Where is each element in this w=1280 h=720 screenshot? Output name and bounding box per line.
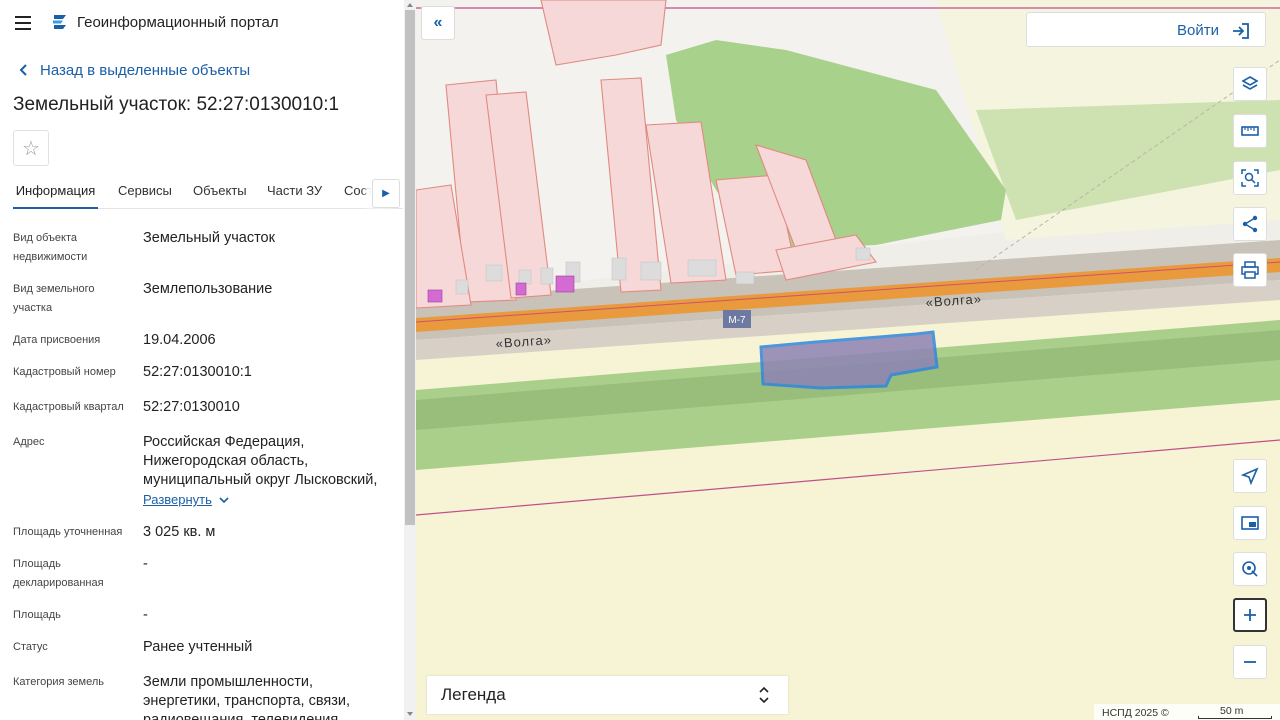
property-label: Кадастровый номер	[13, 366, 116, 378]
property-value: 52:27:0130010	[143, 399, 240, 415]
scroll-thumb[interactable]	[405, 10, 415, 525]
panel-scrollbar[interactable]	[404, 0, 416, 720]
favorite-button[interactable]: ☆	[13, 130, 49, 166]
portal-logo-icon	[53, 15, 66, 29]
property-label: Категория земель	[13, 676, 104, 688]
map-canvas[interactable]: М-7 «Волга» «Волга»	[416, 0, 1280, 720]
expand-address-link[interactable]: Развернуть	[143, 492, 230, 507]
legend-dropdown[interactable]: Легенда	[427, 676, 788, 714]
property-label: Кадастровый квартал	[13, 401, 124, 413]
tab-bar: Информация Сервисы Объекты Части ЗУ Сост…	[13, 172, 403, 209]
pin-icon	[1242, 561, 1258, 577]
property-label: Адрес	[13, 436, 45, 448]
object-title: Земельный участок: 52:27:0130010:1	[13, 94, 340, 115]
minimap-icon	[1241, 516, 1259, 530]
property-value: Земельный участок	[143, 230, 275, 246]
property-label: Площадь уточненная	[13, 526, 123, 538]
scroll-down-arrow[interactable]	[407, 712, 413, 716]
tab-parts[interactable]: Части ЗУ	[267, 172, 322, 207]
info-panel: Геоинформационный портал Назад в выделен…	[0, 0, 416, 720]
double-chevron-left-icon: «	[433, 14, 443, 31]
plus-icon	[1244, 609, 1256, 621]
property-value: Земли промышленности, энергетики, трансп…	[143, 674, 351, 720]
login-button[interactable]: Войти	[1026, 12, 1266, 47]
triangle-right-icon: ▶	[382, 188, 390, 199]
tab-services[interactable]: Сервисы	[118, 172, 172, 207]
property-label: Вид объекта недвижимости	[13, 232, 88, 263]
minus-icon	[1244, 661, 1256, 663]
locate-icon	[1240, 467, 1259, 486]
back-link-label: Назад в выделенные объекты	[40, 61, 251, 79]
pin-button[interactable]	[1233, 552, 1267, 586]
map-drawing: М-7 «Волга» «Волга»	[416, 0, 1280, 720]
zoom-out-button[interactable]	[1233, 645, 1267, 679]
property-value: 52:27:0130010:1	[143, 364, 252, 380]
minimap-button[interactable]	[1233, 506, 1267, 540]
property-value: Землепользование	[143, 281, 273, 297]
property-value: Российская Федерация, Нижегородская обла…	[143, 434, 378, 488]
menu-icon[interactable]	[12, 12, 36, 34]
print-icon	[1241, 261, 1259, 279]
property-label: Вид земельного участка	[13, 283, 95, 314]
tabs-scroll-right-button[interactable]: ▶	[372, 179, 400, 208]
property-label: Дата присвоения	[13, 334, 101, 346]
zoom-in-button[interactable]	[1233, 598, 1267, 632]
property-label: Площадь декларированная	[13, 558, 104, 589]
chevron-down-icon	[219, 496, 229, 503]
property-label: Статус	[13, 641, 48, 653]
legend-label: Легенда	[441, 685, 506, 704]
property-value: 3 025 кв. м	[143, 524, 216, 540]
search-area-button[interactable]	[1233, 161, 1267, 195]
login-label: Войти	[1177, 22, 1219, 39]
back-link[interactable]: Назад в выделенные объекты	[14, 60, 250, 80]
property-value: -	[143, 607, 148, 623]
share-icon	[1242, 215, 1258, 233]
property-label: Площадь	[13, 609, 61, 621]
scale-label: 50 m	[1220, 705, 1244, 717]
ruler-icon	[1241, 126, 1259, 136]
locate-button[interactable]	[1233, 459, 1267, 493]
chevron-left-icon	[19, 64, 27, 76]
property-value: 19.04.2006	[143, 332, 216, 348]
scroll-up-arrow[interactable]	[407, 3, 413, 7]
copyright-text: НСПД 2025 ©	[1102, 707, 1169, 719]
layers-icon	[1241, 76, 1259, 90]
measure-button[interactable]	[1233, 114, 1267, 148]
property-value: -	[143, 556, 148, 572]
panel-header: Геоинформационный портал	[0, 0, 404, 46]
collapse-panel-button[interactable]: «	[421, 6, 455, 40]
share-button[interactable]	[1233, 207, 1267, 241]
portal-title: Геоинформационный портал	[77, 14, 279, 31]
star-icon: ☆	[22, 137, 40, 160]
expand-label: Развернуть	[143, 492, 212, 507]
map-footer: НСПД 2025 © 50 m	[1094, 704, 1280, 720]
print-button[interactable]	[1233, 253, 1267, 287]
route-badge-label: М-7	[728, 315, 746, 326]
login-icon	[1233, 23, 1249, 39]
search-area-icon	[1241, 169, 1259, 187]
layers-button[interactable]	[1233, 67, 1267, 101]
tab-information[interactable]: Информация	[13, 172, 98, 209]
tab-objects[interactable]: Объекты	[193, 172, 247, 207]
property-value: Ранее учтенный	[143, 639, 253, 655]
chevron-up-down-icon	[759, 686, 769, 704]
